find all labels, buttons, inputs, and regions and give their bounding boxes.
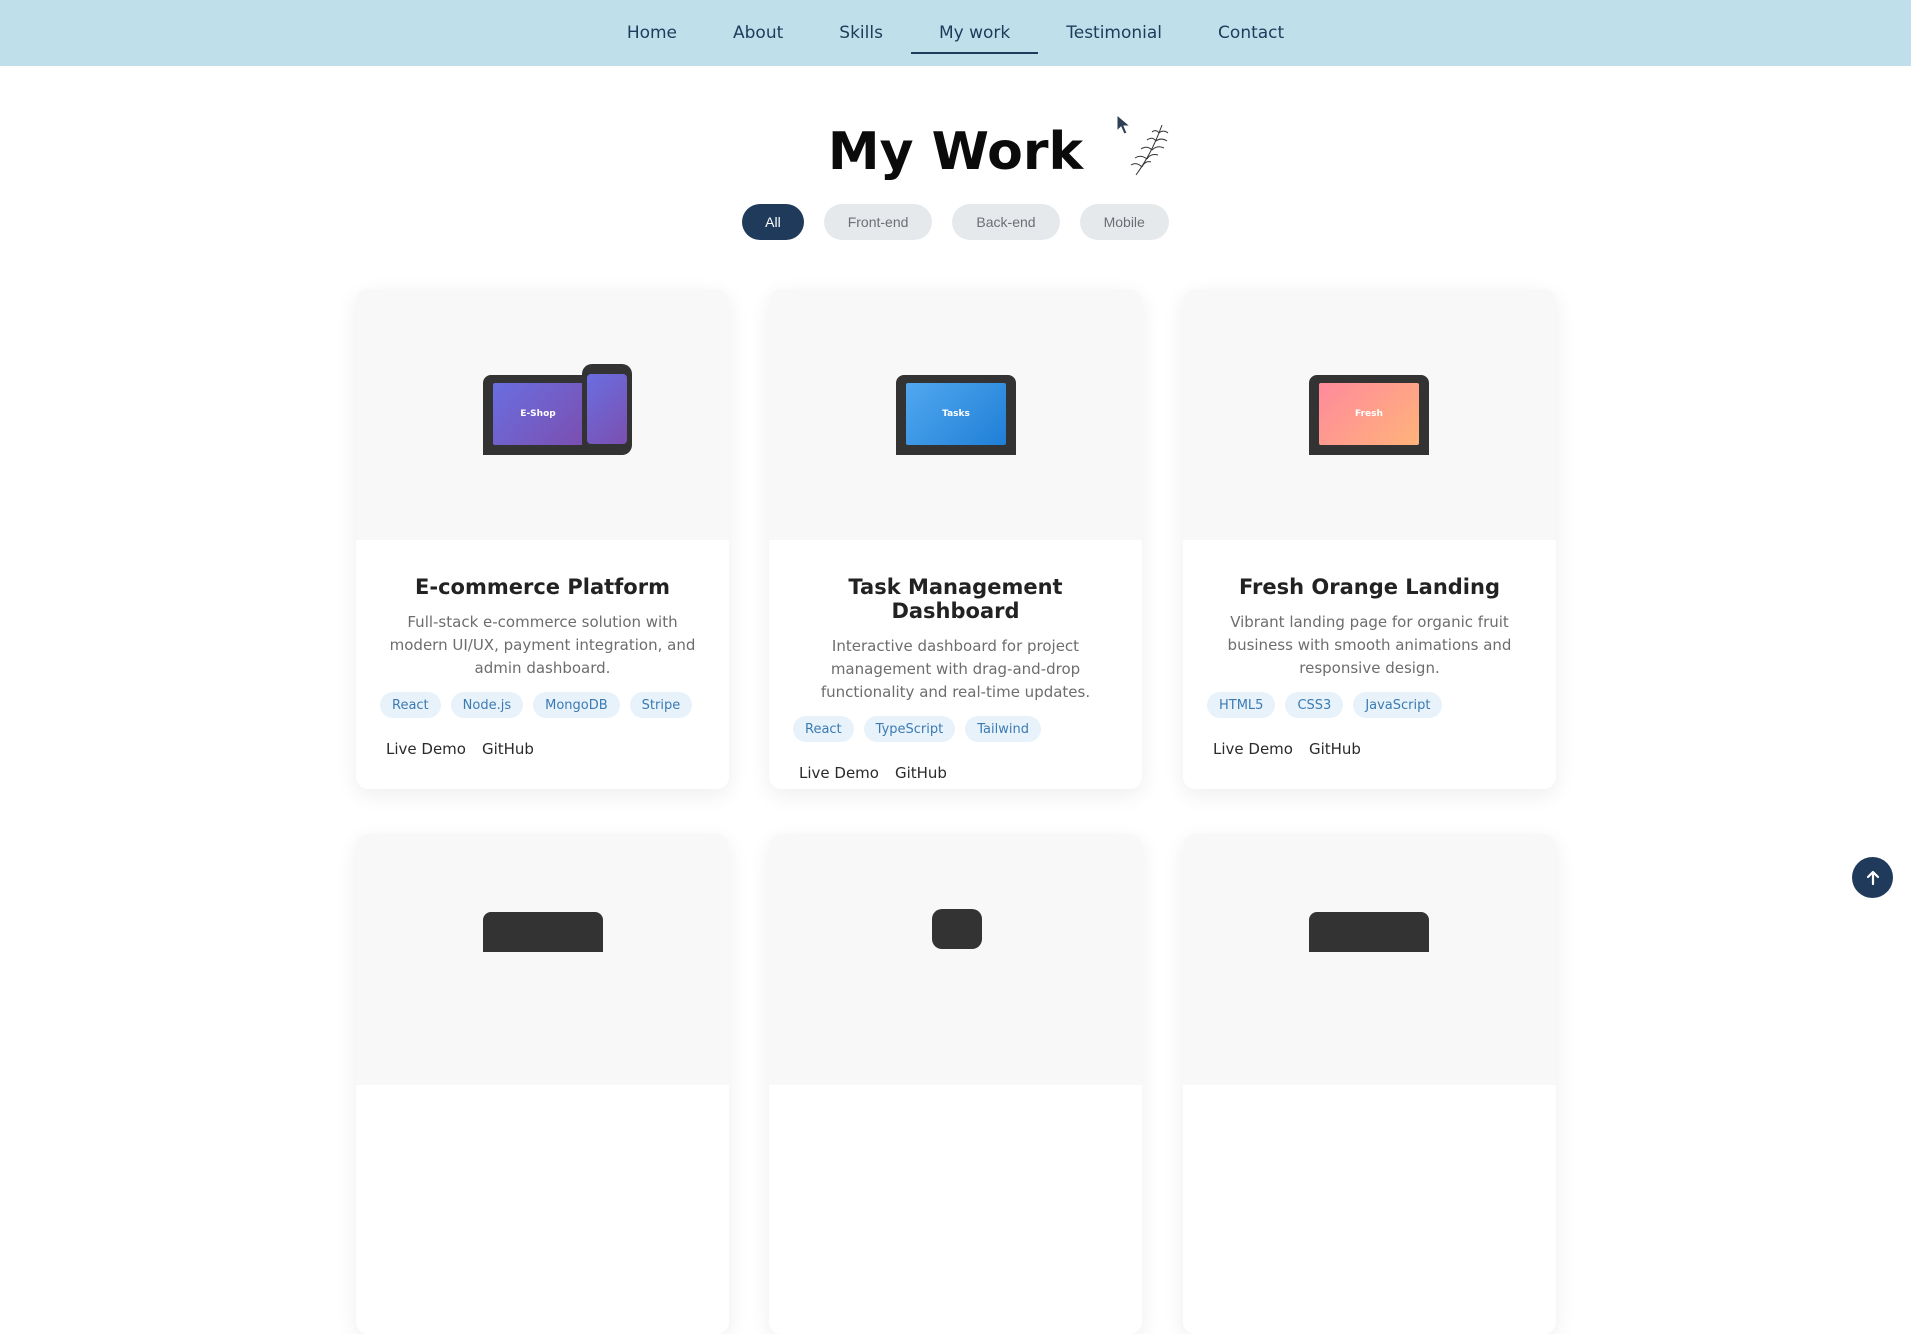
project-image bbox=[1183, 834, 1556, 1085]
screen-label: Tasks bbox=[906, 383, 1006, 445]
phone-mockup bbox=[582, 364, 632, 455]
filter-front-end-button[interactable]: Front-end bbox=[823, 204, 933, 240]
project-links: Live Demo GitHub bbox=[793, 764, 1118, 782]
screen-label: E-Shop bbox=[493, 383, 583, 445]
top-navbar: Home About Skills My work Testimonial Co… bbox=[0, 0, 1911, 66]
github-link[interactable]: GitHub bbox=[1309, 740, 1361, 758]
project-card-partial bbox=[356, 834, 729, 1334]
project-title: Task Management Dashboard bbox=[848, 575, 1063, 623]
project-description: Interactive dashboard for project manage… bbox=[820, 637, 1091, 701]
project-body: Task Management Dashboard Interactive da… bbox=[769, 540, 1142, 782]
project-image bbox=[356, 834, 729, 1085]
project-title: E-commerce Platform bbox=[415, 575, 670, 599]
back-to-top-button[interactable] bbox=[1852, 857, 1893, 898]
project-card-partial bbox=[1183, 834, 1556, 1334]
filter-all-button[interactable]: All bbox=[742, 204, 804, 240]
tag-list: React Node.js MongoDB Stripe bbox=[380, 692, 705, 718]
tag: Tailwind bbox=[965, 716, 1041, 742]
live-demo-link[interactable]: Live Demo bbox=[799, 764, 879, 782]
tag: MongoDB bbox=[533, 692, 620, 718]
nav-item-home[interactable]: Home bbox=[599, 0, 705, 66]
nav-item-contact[interactable]: Contact bbox=[1190, 0, 1312, 66]
project-body: Fresh Orange Landing Vibrant landing pag… bbox=[1183, 540, 1556, 758]
project-card: E-Shop E-commerce Platform Full-stack e-… bbox=[356, 289, 729, 789]
arrow-up-icon bbox=[1866, 870, 1879, 885]
phone-mockup bbox=[932, 909, 982, 949]
filter-bar: All Front-end Back-end Mobile bbox=[0, 204, 1911, 240]
tag: Node.js bbox=[450, 692, 524, 718]
screen-label: Fresh bbox=[1319, 383, 1419, 445]
nav-item-my-work[interactable]: My work bbox=[910, 0, 1039, 66]
tag: HTML5 bbox=[1207, 692, 1276, 718]
plant-sprig-icon bbox=[1130, 124, 1169, 176]
phone-screen bbox=[587, 374, 627, 444]
filter-back-end-button[interactable]: Back-end bbox=[952, 204, 1060, 240]
project-card: Tasks Task Management Dashboard Interact… bbox=[769, 289, 1142, 789]
laptop-mockup: E-Shop bbox=[483, 375, 593, 455]
project-image bbox=[769, 834, 1142, 1085]
tag: React bbox=[380, 692, 441, 718]
laptop-mockup: Tasks bbox=[896, 375, 1016, 455]
github-link[interactable]: GitHub bbox=[895, 764, 947, 782]
tag: JavaScript bbox=[1353, 692, 1443, 718]
tag-list: React TypeScript Tailwind bbox=[793, 716, 1118, 742]
tag-list: HTML5 CSS3 JavaScript bbox=[1207, 692, 1532, 718]
nav-item-skills[interactable]: Skills bbox=[811, 0, 911, 66]
nav-item-testimonial[interactable]: Testimonial bbox=[1038, 0, 1190, 66]
tag: CSS3 bbox=[1285, 692, 1344, 718]
section-title: My Work bbox=[827, 122, 1084, 182]
project-image: Fresh bbox=[1183, 289, 1556, 540]
nav-item-about[interactable]: About bbox=[705, 0, 811, 66]
project-image: E-Shop bbox=[356, 289, 729, 540]
tag: React bbox=[793, 716, 854, 742]
project-image: Tasks bbox=[769, 289, 1142, 540]
github-link[interactable]: GitHub bbox=[482, 740, 534, 758]
project-description: Vibrant landing page for organic fruit b… bbox=[1227, 613, 1512, 677]
project-card-partial bbox=[769, 834, 1142, 1334]
project-body: E-commerce Platform Full-stack e-commerc… bbox=[356, 540, 729, 758]
laptop-mockup: Fresh bbox=[1309, 375, 1429, 455]
project-description: Full-stack e-commerce solution with mode… bbox=[389, 613, 696, 677]
laptop-mockup bbox=[1309, 912, 1429, 952]
project-title: Fresh Orange Landing bbox=[1239, 575, 1500, 599]
tag: TypeScript bbox=[863, 716, 956, 742]
project-links: Live Demo GitHub bbox=[1207, 740, 1532, 758]
mouse-cursor-icon bbox=[1116, 114, 1132, 135]
laptop-mockup bbox=[483, 912, 603, 952]
nav-list: Home About Skills My work Testimonial Co… bbox=[599, 0, 1312, 66]
tag: Stripe bbox=[629, 692, 693, 718]
live-demo-link[interactable]: Live Demo bbox=[386, 740, 466, 758]
project-links: Live Demo GitHub bbox=[380, 740, 705, 758]
filter-mobile-button[interactable]: Mobile bbox=[1079, 204, 1169, 240]
project-card: Fresh Fresh Orange Landing Vibrant landi… bbox=[1183, 289, 1556, 789]
live-demo-link[interactable]: Live Demo bbox=[1213, 740, 1293, 758]
